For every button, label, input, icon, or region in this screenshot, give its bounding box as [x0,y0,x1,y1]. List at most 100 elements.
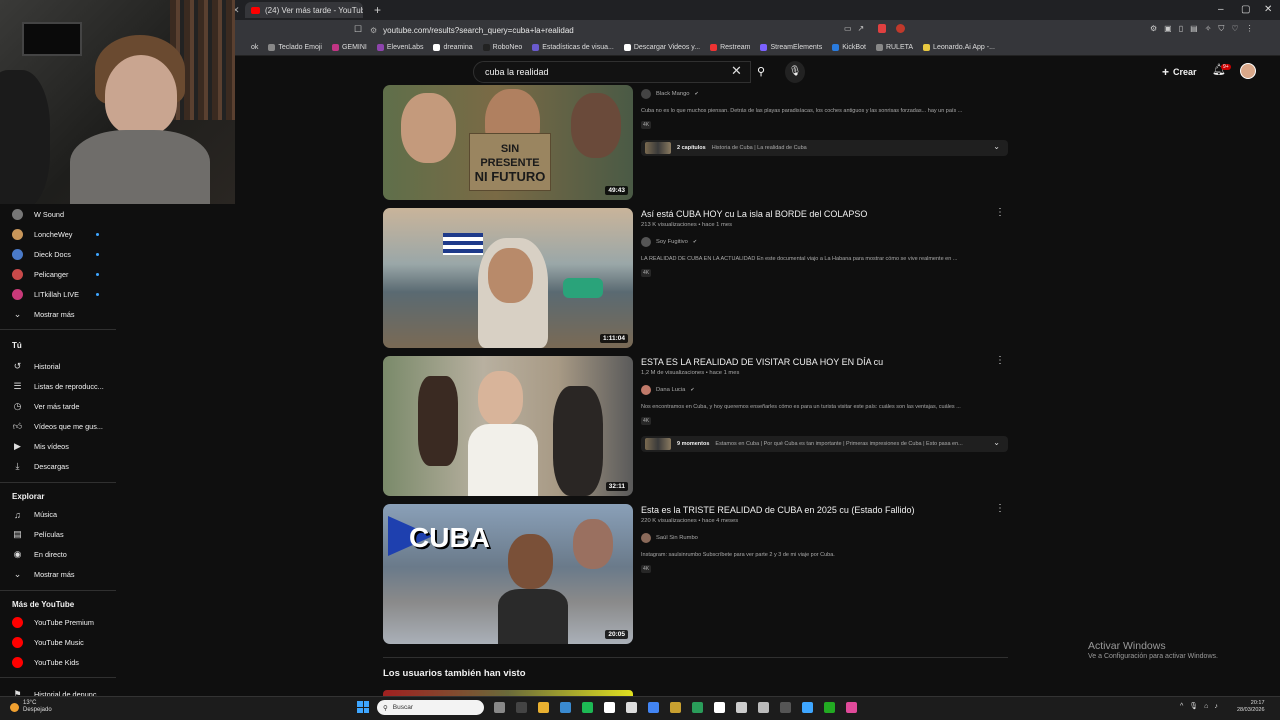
extensions-toolbar-icon[interactable]: ⚙▣▯▤✧⛉♡⋮ [1150,24,1261,34]
sidebar-subscription[interactable]: Dieck Docs [12,249,112,260]
taskbar-clock[interactable]: 20:17 28/03/2026 [1237,700,1265,714]
video-thumbnail[interactable]: CUBA 20:05 [383,504,633,644]
more-actions-icon[interactable]: ⋮ [995,355,1005,366]
taskbar-app-icon[interactable] [714,702,725,713]
search-button[interactable]: ⚲ [751,61,771,83]
more-actions-icon[interactable]: ⋮ [995,503,1005,514]
bookmark-item[interactable]: Estadísticas de visua... [532,44,614,51]
bookmark-item[interactable]: RULETA [875,44,913,51]
bookmark-item[interactable]: Teclado Emoji [268,44,322,51]
taskbar-app-icon[interactable] [516,702,527,713]
minimize-button[interactable]: – [1218,4,1224,15]
bookmark-star-icon[interactable]: ☐ [354,24,362,35]
rewards-icon[interactable] [896,24,905,33]
chapters-bar[interactable]: 9 momentos Estamos en Cuba | Por qué Cuba… [641,436,1008,452]
sidebar-more-item[interactable]: YouTube Kids [12,657,112,668]
video-title[interactable]: Así está CUBA HOY cu La isla al BORDE de… [641,209,867,219]
taskbar-app-icon[interactable] [538,702,549,713]
sidebar-explore-heading[interactable]: Explorar [12,492,44,501]
sidebar-you-item[interactable]: ▶ Mis vídeos [12,441,112,452]
clear-search-icon[interactable]: ✕ [731,63,742,79]
bookmark-item[interactable]: Leonardo.Ai App -... [923,44,995,51]
taskbar-app-icon[interactable] [670,702,681,713]
site-info-icon[interactable]: ⚙ [370,26,377,35]
sidebar-subscription[interactable]: LoncheWey [12,229,112,240]
sidebar-more-heading[interactable]: Más de YouTube [12,600,74,609]
search-query: cuba la realidad [485,67,549,77]
taskbar-app-icon[interactable] [780,702,791,713]
sidebar-subscription[interactable]: W Sound [12,209,112,220]
windows-start-icon[interactable] [357,701,369,713]
sidebar-you-item[interactable]: 👍︎ Vídeos que me gus... [12,421,112,432]
taskbar-app-icon[interactable] [582,702,593,713]
channel-link[interactable]: Saúl Sin Rumbo [641,533,698,543]
cuba-flag [443,233,483,255]
sidebar-you-item[interactable]: ◷ Ver más tarde [12,401,112,412]
chapters-bar[interactable]: 2 capítulos Historia de Cuba | La realida… [641,140,1008,156]
sidebar-you-item[interactable]: ⤓ Descargas [12,461,112,472]
sidebar-explore-item[interactable]: ◉ En directo [12,549,112,560]
chevron-down-icon[interactable]: ⌄ [993,438,1000,447]
sidebar-show-more[interactable]: ⌄ Mostrar más [12,309,112,320]
account-avatar[interactable] [1240,63,1256,79]
sidebar-more-item[interactable]: YouTube Premium [12,617,112,628]
search-input[interactable]: cuba la realidad [473,61,751,83]
taskbar-app-icon[interactable] [758,702,769,713]
sidebar-show-more[interactable]: ⌄ Mostrar más [12,569,112,580]
address-actions-icon[interactable]: ▭↗ [844,24,870,33]
bookmark-item[interactable]: KickBot [832,44,866,51]
windows-taskbar [0,696,1280,720]
more-actions-icon[interactable]: ⋮ [995,207,1005,218]
chevron-down-icon[interactable]: ⌄ [993,142,1000,151]
channel-link[interactable]: Black Mango ✔ [641,89,699,99]
bookmark-item[interactable]: dreamina [433,44,473,51]
bookmark-item[interactable]: GEMINI [331,44,367,51]
create-button[interactable]: + Crear [1162,63,1197,81]
sidebar-you-item[interactable]: ☰ Listas de reproducc... [12,381,112,392]
taskbar-app-icon[interactable] [824,702,835,713]
video-thumbnail[interactable]: 1:11:04 [383,208,633,348]
maximize-button[interactable]: ▢ [1241,4,1250,15]
bookmark-item[interactable]: ok [251,44,258,51]
bookmark-item[interactable]: RoboNeo [482,44,522,51]
sidebar-explore-item[interactable]: ♫ Música [12,509,112,520]
taskbar-app-icon[interactable] [802,702,813,713]
bookmark-item[interactable]: StreamElements [760,44,822,51]
playlist-icon: ☰ [13,381,22,391]
channel-link[interactable]: Soy Fugitivo ✔ [641,237,697,247]
sidebar-you-heading[interactable]: Tú [12,341,22,350]
taskbar-app-icon[interactable] [560,702,571,713]
brave-shield-icon[interactable] [878,24,886,33]
weather-widget[interactable]: 13°C Despejado [10,700,52,714]
sidebar-more-item[interactable]: YouTube Music [12,637,112,648]
sidebar-explore-item[interactable]: ▤ Películas [12,529,112,540]
address-bar[interactable]: ⚙ youtube.com/results?search_query=cuba+l… [370,23,840,37]
browser-tab[interactable]: (24) Ver más tarde - YouTube [245,2,363,18]
new-tab-button[interactable]: + [374,3,381,17]
voice-search-button[interactable]: 🎙 [785,61,805,83]
video-meta: 213 K visualizaciones • hace 1 mes [641,222,732,228]
bookmark-item[interactable]: ElevenLabs [376,44,423,51]
taskbar-app-icon[interactable] [494,702,505,713]
video-thumbnail[interactable]: 32:11 [383,356,633,496]
person-face [105,55,177,135]
video-title[interactable]: ESTA ES LA REALIDAD DE VISITAR CUBA HOY … [641,357,883,367]
video-thumbnail[interactable]: SIN PRESENTE NI FUTURO 49:43 [383,85,633,200]
taskbar-app-icon[interactable] [692,702,703,713]
taskbar-app-icon[interactable] [846,702,857,713]
section-heading: Los usuarios también han visto [383,668,526,679]
sidebar-subscription[interactable]: LITkillah LIVE [12,289,112,300]
sidebar-you-item[interactable]: ↺ Historial [12,361,112,372]
taskbar-app-icon[interactable] [604,702,615,713]
taskbar-app-icon[interactable] [736,702,747,713]
bookmark-item[interactable]: Restream [710,44,750,51]
channel-link[interactable]: Dana Lucia ✔ [641,385,695,395]
taskbar-app-icon[interactable] [626,702,637,713]
video-title[interactable]: Esta es la TRISTE REALIDAD de CUBA en 20… [641,505,914,515]
sidebar-subscription[interactable]: Pelicanger [12,269,112,280]
bookmark-item[interactable]: Descargar Videos y... [623,44,700,51]
taskbar-app-icon[interactable] [648,702,659,713]
close-window-button[interactable]: ✕ [1264,4,1272,15]
taskbar-search[interactable]: ⚲ Buscar [377,700,484,715]
system-tray-icons[interactable]: ^🎙︎⌂♪ [1180,702,1224,710]
